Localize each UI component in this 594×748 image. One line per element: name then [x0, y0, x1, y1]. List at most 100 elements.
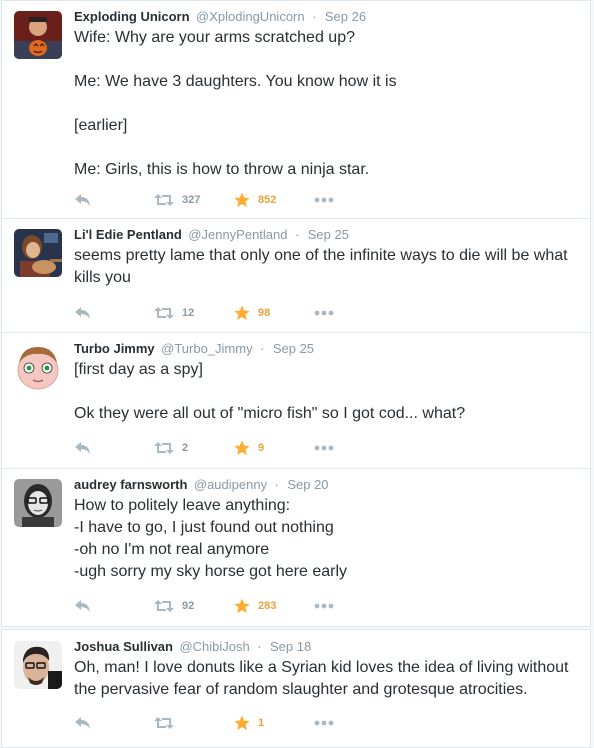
- reply-icon: [75, 717, 90, 729]
- separator-dot: ·: [274, 477, 279, 492]
- reply-icon: [75, 194, 90, 206]
- reply-button[interactable]: [74, 303, 92, 323]
- tweet-line: Ok they were all out of "micro fish" so …: [74, 405, 466, 422]
- favorite-button[interactable]: 1: [234, 713, 264, 733]
- favorite-count: 9: [258, 442, 265, 454]
- tweet-line: [earlier]: [74, 117, 128, 134]
- retweet-icon: [154, 600, 174, 612]
- retweet-icon: [154, 194, 174, 206]
- retweet-count: 327: [182, 194, 201, 206]
- tweet[interactable]: Turbo Jimmy @Turbo_Jimmy · Sep 25 [first…: [1, 333, 591, 469]
- retweet-count: 2: [182, 442, 189, 454]
- user-handle[interactable]: @ChibiJosh: [179, 639, 249, 654]
- reply-button[interactable]: [74, 438, 92, 458]
- more-icon: [314, 197, 334, 203]
- tweet-line: [first day as a spy]: [74, 361, 203, 378]
- more-button[interactable]: [314, 438, 334, 458]
- retweet-button[interactable]: 12: [154, 303, 194, 323]
- user-handle[interactable]: @audipenny: [194, 477, 267, 492]
- avatar[interactable]: [14, 343, 62, 391]
- separator-dot: ·: [260, 341, 265, 356]
- separator-dot: ·: [257, 639, 262, 654]
- tweet-line: -oh no I'm not real anymore: [74, 541, 270, 558]
- more-icon: [314, 445, 334, 451]
- tweet-actions: 327 852: [74, 190, 374, 210]
- favorite-count: 1: [258, 717, 265, 729]
- user-name[interactable]: Li'l Edie Pentland: [74, 227, 182, 242]
- tweet[interactable]: Joshua Sullivan @ChibiJosh · Sep 18 Oh, …: [1, 629, 591, 748]
- retweet-icon: [154, 442, 174, 454]
- tweet-line: [74, 137, 580, 159]
- favorite-count: 283: [258, 600, 277, 612]
- reply-button[interactable]: [74, 596, 92, 616]
- retweet-count: [182, 717, 185, 729]
- separator-dot: ·: [312, 9, 317, 24]
- tweet-actions: 12 98: [74, 303, 374, 323]
- tweet[interactable]: audrey farnsworth @audipenny · Sep 20 Ho…: [1, 469, 591, 627]
- timestamp[interactable]: Sep 20: [287, 477, 328, 492]
- timestamp[interactable]: Sep 25: [273, 341, 314, 356]
- star-icon: [234, 192, 250, 207]
- avatar[interactable]: [14, 11, 62, 59]
- more-button[interactable]: [314, 596, 334, 616]
- star-icon: [234, 305, 250, 320]
- tweet-actions: 2 9: [74, 438, 374, 458]
- retweet-button[interactable]: 327: [154, 190, 200, 210]
- tweet-line: Me: Girls, this is how to throw a ninja …: [74, 161, 370, 178]
- avatar[interactable]: [14, 641, 62, 689]
- favorite-button[interactable]: 98: [234, 303, 270, 323]
- separator-dot: ·: [294, 227, 300, 242]
- timestamp[interactable]: Sep 25: [308, 227, 349, 242]
- tweet-line: Oh, man! I love donuts like a Syrian kid…: [74, 659, 569, 676]
- reply-button[interactable]: [74, 713, 92, 733]
- more-icon: [314, 720, 334, 726]
- favorite-button[interactable]: 283: [234, 596, 276, 616]
- avatar[interactable]: [14, 479, 62, 527]
- tweet-line: [74, 49, 580, 71]
- user-handle[interactable]: @XplodingUnicorn: [196, 9, 305, 24]
- retweet-count: 92: [182, 600, 195, 612]
- more-icon: [314, 603, 334, 609]
- retweet-icon: [154, 717, 174, 729]
- tweet-line: -ugh sorry my sky horse got here early: [74, 563, 347, 580]
- tweet-line: Wife: Why are your arms scratched up?: [74, 29, 355, 46]
- reply-icon: [75, 600, 90, 612]
- reply-icon: [75, 307, 90, 319]
- tweet-text: Wife: Why are your arms scratched up? Me…: [74, 27, 580, 181]
- retweet-button[interactable]: [154, 713, 185, 733]
- tweet-actions: 1: [74, 713, 374, 733]
- avatar[interactable]: [14, 229, 62, 277]
- retweet-button[interactable]: 2: [154, 438, 188, 458]
- user-handle[interactable]: @Turbo_Jimmy: [161, 341, 252, 356]
- tweet[interactable]: Li'l Edie Pentland @JennyPentland · Sep …: [1, 219, 591, 333]
- star-icon: [234, 440, 250, 455]
- star-icon: [234, 715, 250, 730]
- favorite-button[interactable]: 852: [234, 190, 276, 210]
- tweet-line: -I have to go, I just found out nothing: [74, 519, 334, 536]
- reply-button[interactable]: [74, 190, 92, 210]
- user-handle[interactable]: @JennyPentland: [188, 227, 287, 242]
- tweet-line: [74, 381, 580, 403]
- tweet-text: seems pretty lame that only one of the i…: [74, 245, 580, 289]
- tweet-line: How to politely leave anything:: [74, 497, 291, 514]
- timestamp[interactable]: Sep 26: [325, 9, 366, 24]
- tweet[interactable]: Exploding Unicorn @XplodingUnicorn · Sep…: [1, 0, 591, 219]
- tweet-text: Oh, man! I love donuts like a Syrian kid…: [74, 657, 580, 701]
- retweet-button[interactable]: 92: [154, 596, 194, 616]
- tweet-text: [first day as a spy] Ok they were all ou…: [74, 359, 580, 425]
- user-name[interactable]: Turbo Jimmy: [74, 341, 155, 356]
- more-button[interactable]: [314, 303, 334, 323]
- more-button[interactable]: [314, 713, 334, 733]
- tweet-text: How to politely leave anything: -I have …: [74, 495, 580, 583]
- tweet-line: [74, 93, 580, 115]
- user-name[interactable]: audrey farnsworth: [74, 477, 187, 492]
- user-name[interactable]: Exploding Unicorn: [74, 9, 190, 24]
- more-button[interactable]: [314, 190, 334, 210]
- tweet-line: the pervasive fear of random slaughter a…: [74, 681, 528, 698]
- tweet-line: kills you: [74, 269, 131, 286]
- tweet-line: Me: We have 3 daughters. You know how it…: [74, 73, 397, 90]
- user-name[interactable]: Joshua Sullivan: [74, 639, 173, 654]
- favorite-button[interactable]: 9: [234, 438, 264, 458]
- tweet-feed: Exploding Unicorn @XplodingUnicorn · Sep…: [1, 0, 591, 748]
- timestamp[interactable]: Sep 18: [270, 639, 311, 654]
